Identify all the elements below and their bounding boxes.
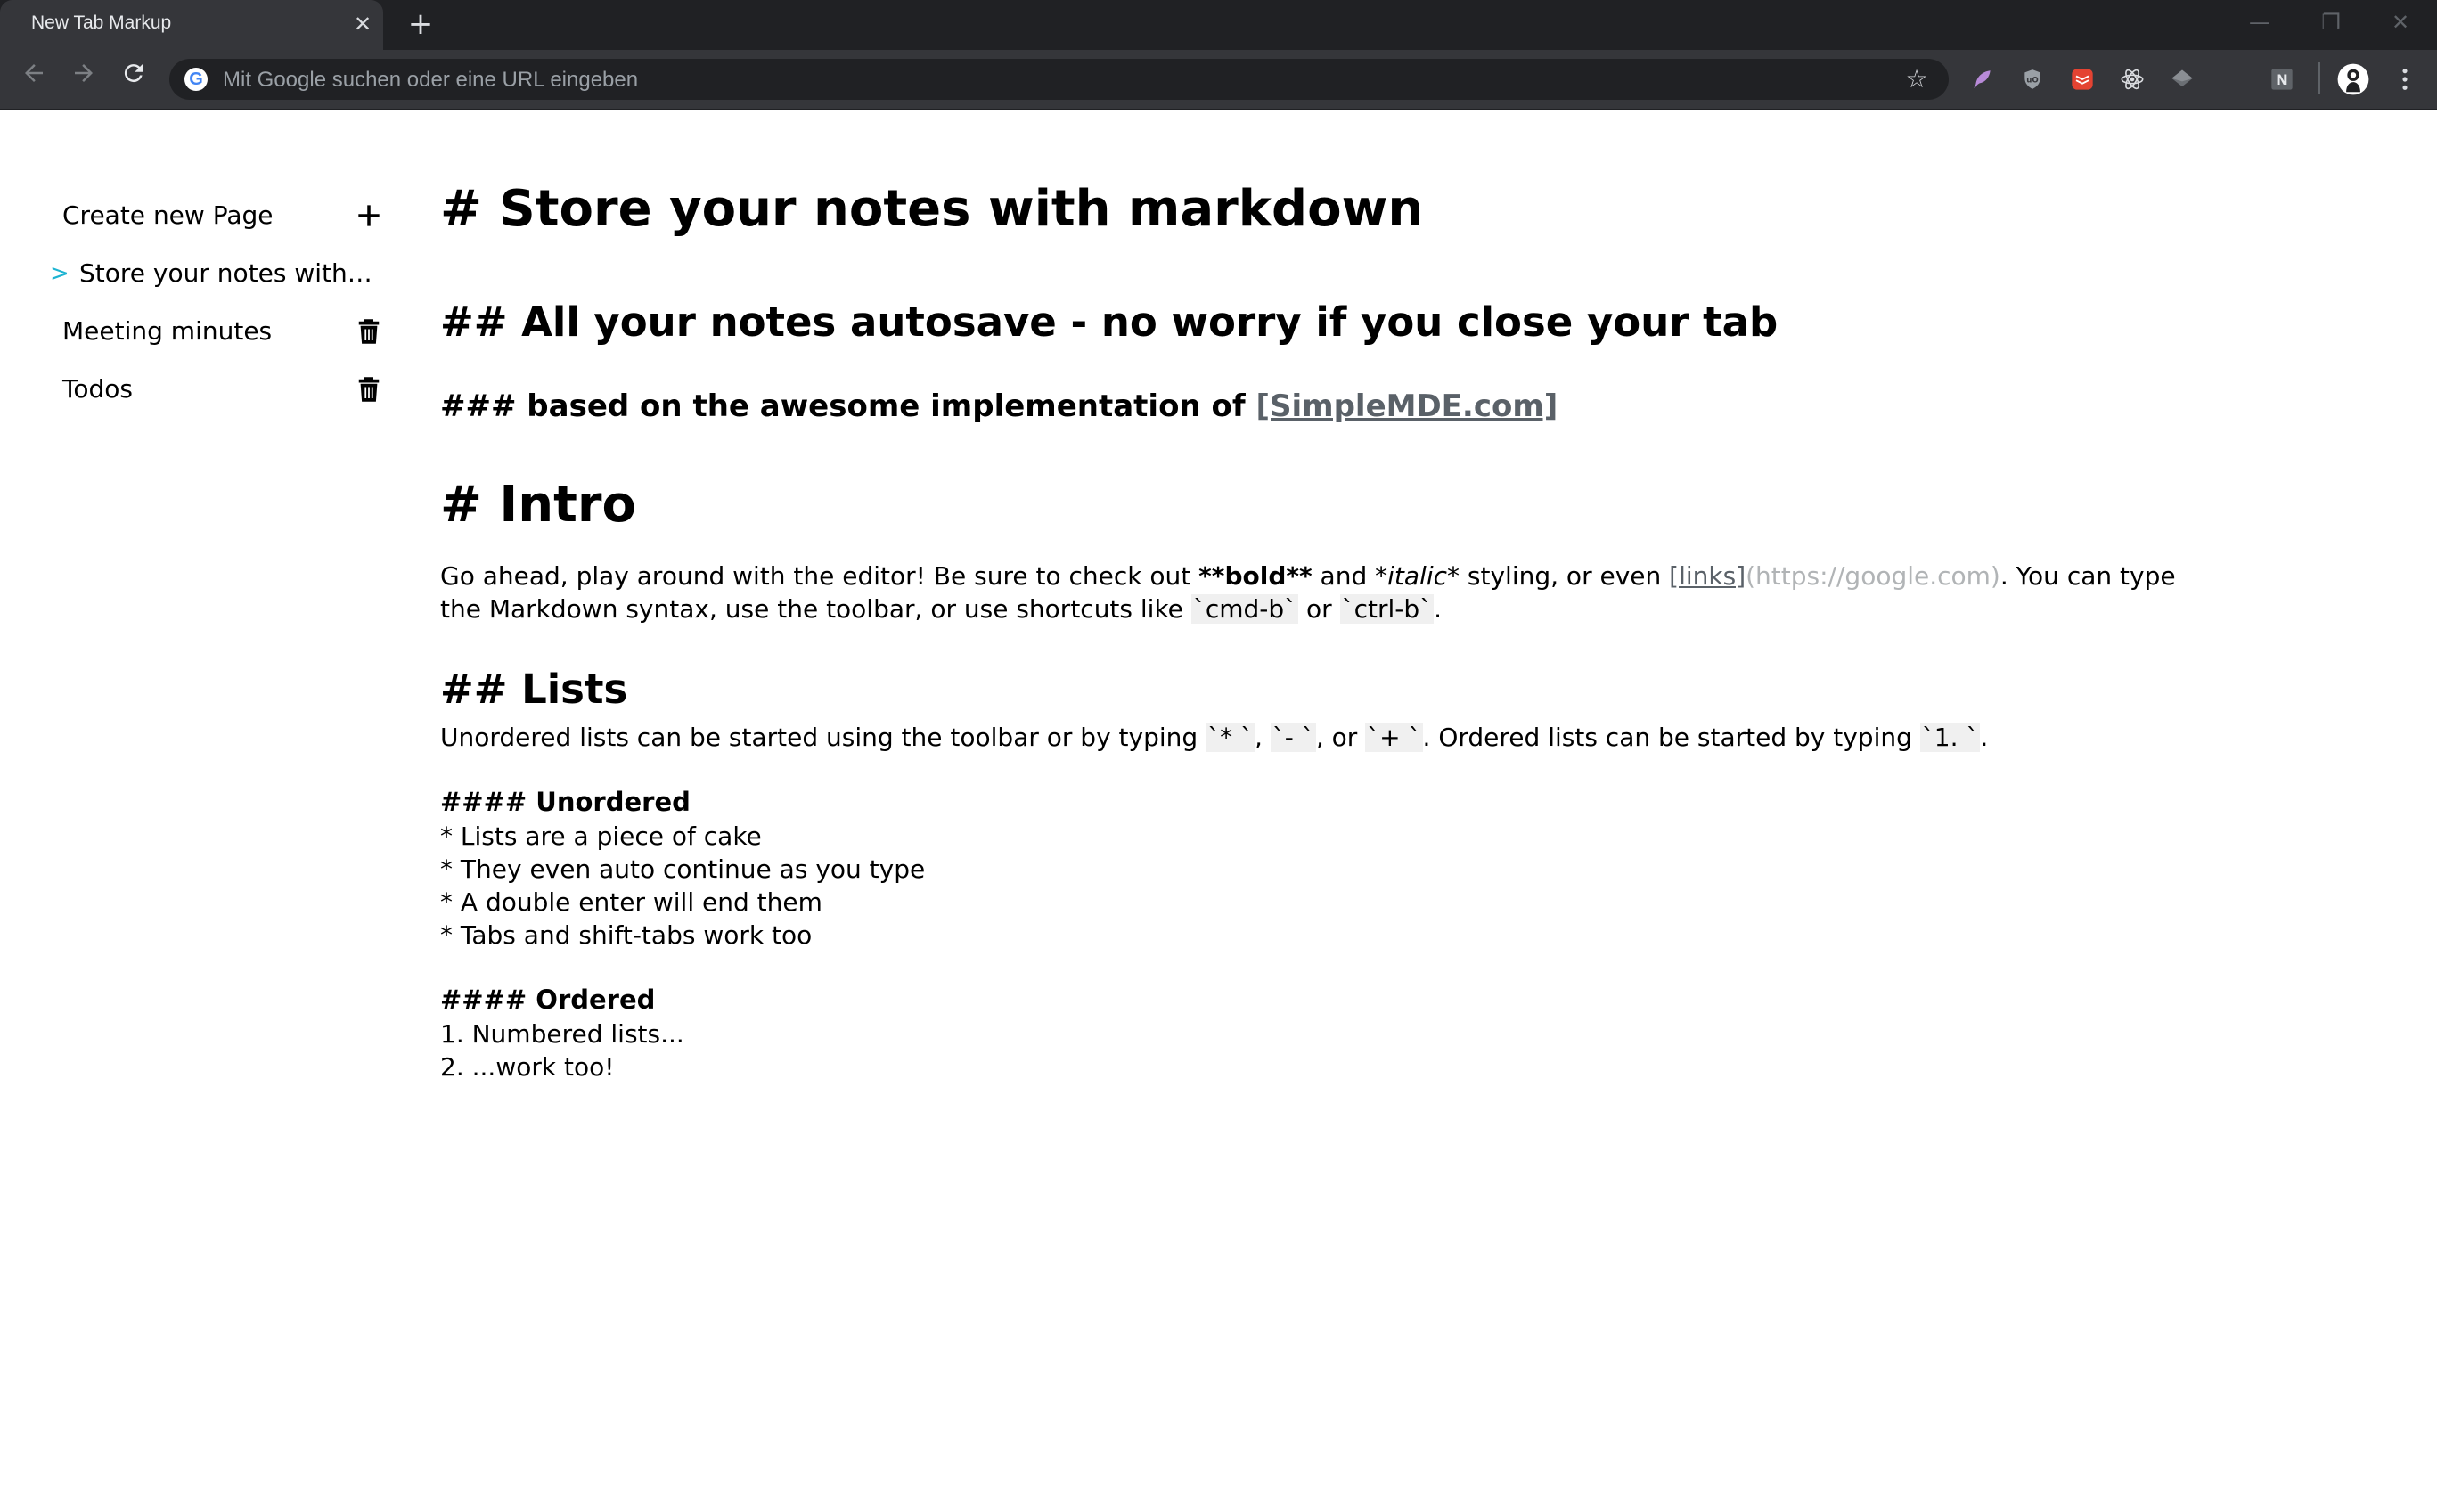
pages-sidebar: Create new Page > Store your notes with … <box>0 110 410 556</box>
heading-ordered[interactable]: #### Ordered <box>440 983 655 1017</box>
heading-intro[interactable]: # Intro <box>440 474 636 536</box>
italic-markup: *italic* <box>1375 561 1460 591</box>
browser-tabstrip: New Tab Markup ✕ + — ❐ ✕ <box>0 0 2437 50</box>
tab-title: New Tab Markup <box>31 12 172 33</box>
lists-text: , or <box>1315 723 1366 752</box>
todoist-icon[interactable] <box>2065 62 2099 96</box>
heading-simplemde[interactable]: ### based on the awesome implementation … <box>440 387 1558 426</box>
feather-icon[interactable] <box>1966 62 1999 96</box>
list-item[interactable]: * Tabs and shift-tabs work too <box>440 919 812 952</box>
inline-code: `- ` <box>1270 723 1316 752</box>
sidebar-item-todos[interactable]: Todos <box>0 366 392 413</box>
sidebar-item-meeting-minutes[interactable]: Meeting minutes <box>0 308 392 355</box>
browser-tab[interactable]: New Tab Markup ✕ <box>0 0 383 50</box>
active-page-indicator: > <box>50 260 70 287</box>
lists-paragraph[interactable]: Unordered lists can be started using the… <box>440 721 1988 754</box>
list-item[interactable]: * Lists are a piece of cake <box>440 820 762 853</box>
lists-text: . Ordered lists can be started by typing <box>1422 723 1920 752</box>
list-item[interactable]: * A double enter will end them <box>440 886 822 919</box>
react-devtools-icon[interactable] <box>2115 62 2149 96</box>
trash-icon[interactable] <box>351 315 387 347</box>
back-icon[interactable] <box>14 59 53 98</box>
heading-lists[interactable]: ## Lists <box>440 665 627 715</box>
intro-text: Go ahead, play around with the editor! B… <box>440 561 1199 591</box>
restore-window-icon[interactable]: ❐ <box>2304 7 2358 37</box>
create-page-button[interactable]: Create new Page <box>0 192 392 239</box>
three-dots-icon[interactable] <box>2388 62 2422 96</box>
close-tab-icon[interactable]: ✕ <box>349 11 376 37</box>
inline-code: `cmd-b` <box>1190 594 1299 624</box>
forward-icon[interactable] <box>64 59 103 98</box>
inline-code: `+ ` <box>1365 723 1423 752</box>
inline-code: `ctrl-b` <box>1339 594 1435 624</box>
toolbar-separator <box>2318 62 2320 94</box>
intro-paragraph[interactable]: Go ahead, play around with the editor! B… <box>440 560 2187 625</box>
list-item[interactable]: 1. Numbered lists... <box>440 1018 684 1050</box>
plus-icon[interactable] <box>351 200 387 232</box>
minimize-window-icon[interactable]: — <box>2233 7 2286 37</box>
svg-text:uO: uO <box>2026 76 2039 85</box>
intro-text: . <box>1434 594 1443 624</box>
inline-code: `1. ` <box>1919 723 1981 752</box>
links-link[interactable]: [links] <box>1669 561 1746 591</box>
star-icon[interactable]: ☆ <box>1901 63 1933 95</box>
sidebar-item-label: Todos <box>62 374 133 404</box>
browser-toolbar: G ☆ uO N <box>0 50 2437 110</box>
close-window-icon[interactable]: ✕ <box>2374 7 2427 37</box>
reload-icon[interactable] <box>114 59 153 98</box>
sidebar-item-label: Meeting minutes <box>62 316 273 346</box>
heading-store-notes[interactable]: # Store your notes with markdown <box>440 178 1423 241</box>
intro-text: or <box>1298 594 1340 624</box>
intro-text: and <box>1312 561 1376 591</box>
create-page-label: Create new Page <box>62 200 274 230</box>
list-item[interactable]: * They even auto continue as you type <box>440 853 925 886</box>
new-tab-icon[interactable]: + <box>405 7 437 41</box>
omnibox-input[interactable] <box>221 63 1882 97</box>
link-url: (https://google.com) <box>1746 561 2000 591</box>
list-item[interactable]: 2. ...work too! <box>440 1050 614 1083</box>
trash-icon[interactable] <box>351 373 387 405</box>
lists-text: Unordered lists can be started using the… <box>440 723 1206 752</box>
heading-unordered[interactable]: #### Unordered <box>440 785 691 819</box>
profile-avatar-icon[interactable] <box>2336 62 2370 96</box>
layers-icon[interactable] <box>2165 62 2199 96</box>
svg-text:N: N <box>2276 71 2288 88</box>
lists-text: . <box>1980 723 1989 752</box>
address-bar[interactable]: G ☆ <box>169 59 1949 100</box>
lists-text: , <box>1254 723 1271 752</box>
google-g-icon: G <box>184 68 208 91</box>
heading-autosave[interactable]: ## All your notes autosave - no worry if… <box>440 298 1778 347</box>
intro-text: styling, or even <box>1460 561 1670 591</box>
sidebar-item-store-notes[interactable]: > Store your notes with markdown <box>0 250 392 297</box>
heading-simplemde-text: ### based on the awesome implementation … <box>440 388 1256 424</box>
ublock-shield-icon[interactable]: uO <box>2016 62 2049 96</box>
inline-code: `* ` <box>1206 723 1255 752</box>
bold-markup: **bold** <box>1198 561 1313 591</box>
sidebar-item-label: Store your notes with markdown <box>79 258 379 288</box>
simplemde-link[interactable]: [SimpleMDE.com] <box>1255 388 1558 424</box>
notion-icon[interactable]: N <box>2265 62 2299 96</box>
